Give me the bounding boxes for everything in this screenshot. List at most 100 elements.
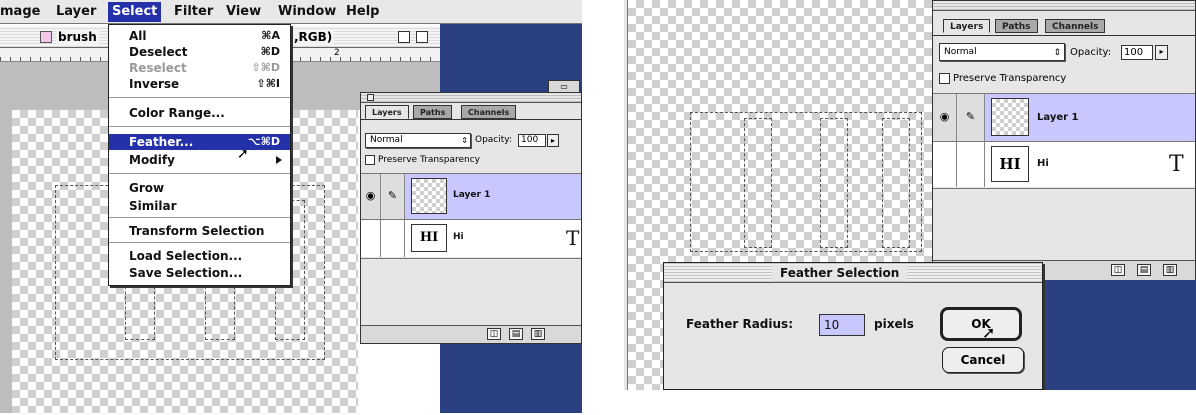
selection-marquee	[882, 118, 910, 248]
canvas-left-border	[624, 0, 628, 390]
ruler-mark: 2	[334, 48, 340, 58]
eye-cell-empty[interactable]	[361, 220, 381, 257]
menu-item-color-range[interactable]: Color Range...	[109, 105, 290, 121]
menu-layer[interactable]: Layer	[56, 4, 96, 19]
menu-separator	[109, 126, 290, 127]
submenu-arrow-icon	[276, 156, 282, 164]
document-grey-margin-left	[0, 110, 12, 413]
mouse-pointer-icon: ➚	[237, 146, 249, 162]
menu-window[interactable]: Window	[278, 4, 336, 19]
menu-item-reselect: Reselect ⇧⌘D	[109, 60, 290, 76]
layer-thumbnail	[411, 178, 447, 214]
palette-close-box-icon[interactable]	[367, 94, 374, 101]
tab-paths[interactable]: Paths	[413, 105, 453, 119]
menu-item-shortcut: ⇧⌘D	[251, 61, 280, 74]
layer-row[interactable]: ◉ ✎ Layer 1	[933, 93, 1195, 141]
brush-cell-empty[interactable]	[957, 142, 985, 187]
menu-help[interactable]: Help	[346, 4, 379, 19]
layer-row[interactable]: HI Hi T	[933, 141, 1195, 187]
menu-item-label: Modify	[129, 153, 175, 167]
feather-dialog-screenshot: Layers Paths Channels Normal ⇕ Opacity: …	[624, 0, 1196, 390]
feather-radius-label: Feather Radius:	[686, 317, 793, 331]
dialog-title-bar[interactable]: Feather Selection	[664, 263, 1042, 283]
feather-radius-input[interactable]: 10	[819, 314, 865, 336]
menu-item-label: Similar	[129, 199, 177, 213]
eye-cell-empty[interactable]	[933, 142, 957, 187]
menu-item-grow[interactable]: Grow	[109, 180, 290, 196]
menu-separator	[109, 97, 290, 98]
menu-item-shortcut: ⌥⌘D	[247, 135, 280, 148]
menu-item-label: Feather...	[129, 135, 194, 149]
ok-button[interactable]: OK	[940, 307, 1022, 341]
menu-image[interactable]: mage	[0, 4, 40, 19]
menu-item-label: Transform Selection	[129, 224, 265, 238]
preserve-transparency-label: Preserve Transparency	[953, 73, 1067, 84]
opacity-input[interactable]: 100	[518, 134, 546, 147]
document-icon	[40, 31, 52, 43]
menu-item-shortcut: ⌘A	[261, 29, 280, 42]
select-arrows-icon: ⇕	[1053, 48, 1061, 58]
blend-mode-select[interactable]: Normal ⇕	[939, 43, 1065, 61]
menu-item-label: Grow	[129, 181, 165, 195]
menu-item-save-selection[interactable]: Save Selection...	[109, 265, 290, 281]
trash-icon[interactable]: ▥	[531, 328, 545, 340]
menu-item-similar[interactable]: Similar	[109, 198, 290, 214]
tab-paths[interactable]: Paths	[995, 19, 1038, 33]
blend-mode-select[interactable]: Normal ⇕	[365, 133, 471, 148]
menu-item-deselect[interactable]: Deselect ⌘D	[109, 44, 290, 60]
tab-layers[interactable]: Layers	[943, 19, 991, 33]
menu-item-shortcut: ⇧⌘I	[256, 77, 280, 90]
menu-item-load-selection[interactable]: Load Selection...	[109, 248, 290, 264]
menu-item-label: All	[129, 29, 147, 43]
brush-cell-empty[interactable]	[381, 220, 405, 257]
layers-palette: Layers Paths Channels Normal ⇕ Opacity: …	[360, 92, 582, 344]
layer-thumbnail: HI	[991, 146, 1029, 182]
new-layer-icon[interactable]: ▤	[1137, 264, 1151, 276]
opacity-slider-button[interactable]: ▸	[547, 134, 559, 147]
zoom-box-icon[interactable]	[398, 31, 410, 43]
palette-title-bar[interactable]	[933, 1, 1195, 11]
selection-marquee	[744, 118, 772, 248]
opacity-input[interactable]: 100	[1121, 45, 1153, 60]
document-title-mode: ,RGB)	[292, 30, 335, 44]
menu-item-feather[interactable]: Feather... ⌥⌘D	[109, 134, 290, 150]
tab-layers[interactable]: Layers	[365, 105, 409, 119]
layers-palette: Layers Paths Channels Normal ⇕ Opacity: …	[932, 0, 1196, 280]
menu-item-transform-selection[interactable]: Transform Selection	[109, 223, 290, 239]
menu-item-all[interactable]: All ⌘A	[109, 28, 290, 44]
preserve-transparency-checkbox[interactable]	[939, 73, 950, 84]
mask-icon[interactable]: ◫	[487, 328, 501, 340]
layer-row[interactable]: ◉ ✎ Layer 1	[361, 173, 581, 219]
menu-separator	[109, 173, 290, 174]
tab-channels[interactable]: Channels	[1045, 19, 1106, 33]
layer-row[interactable]: HI Hi T	[361, 219, 581, 257]
menu-item-label: Deselect	[129, 45, 188, 59]
trash-icon[interactable]: ▥	[1163, 264, 1177, 276]
preserve-transparency-checkbox[interactable]	[365, 155, 375, 165]
menu-select[interactable]: Select	[108, 2, 162, 22]
collapse-box-icon[interactable]	[416, 31, 428, 43]
tab-channels[interactable]: Channels	[461, 105, 517, 119]
palette-title-bar[interactable]	[361, 93, 581, 103]
brush-icon[interactable]: ✎	[381, 174, 405, 219]
menu-item-label: Load Selection...	[129, 249, 243, 263]
feather-radius-unit: pixels	[874, 317, 914, 331]
palette-bottom-bar: ◫ ▤ ▥	[361, 325, 581, 343]
opacity-label: Opacity:	[475, 135, 512, 145]
menu-filter[interactable]: Filter	[174, 4, 213, 19]
layer-name: Hi	[1037, 158, 1049, 169]
select-menu-dropdown: All ⌘A Deselect ⌘D Reselect ⇧⌘D Inverse …	[108, 24, 291, 286]
menu-item-inverse[interactable]: Inverse ⇧⌘I	[109, 76, 290, 92]
eye-icon[interactable]: ◉	[933, 94, 957, 141]
menu-bar: mage Layer Select Filter View Window Hel…	[0, 0, 582, 24]
menu-view[interactable]: View	[226, 4, 261, 19]
opacity-slider-button[interactable]: ▸	[1155, 45, 1168, 60]
new-layer-icon[interactable]: ▤	[509, 328, 523, 340]
dialog-title: Feather Selection	[772, 265, 908, 281]
feather-selection-dialog: Feather Selection Feather Radius: 10 pix…	[663, 262, 1043, 390]
eye-icon[interactable]: ◉	[361, 174, 381, 219]
mask-icon[interactable]: ◫	[1111, 264, 1125, 276]
menu-item-modify[interactable]: Modify	[109, 152, 290, 168]
cancel-button[interactable]: Cancel	[942, 347, 1024, 373]
brush-icon[interactable]: ✎	[957, 94, 985, 141]
